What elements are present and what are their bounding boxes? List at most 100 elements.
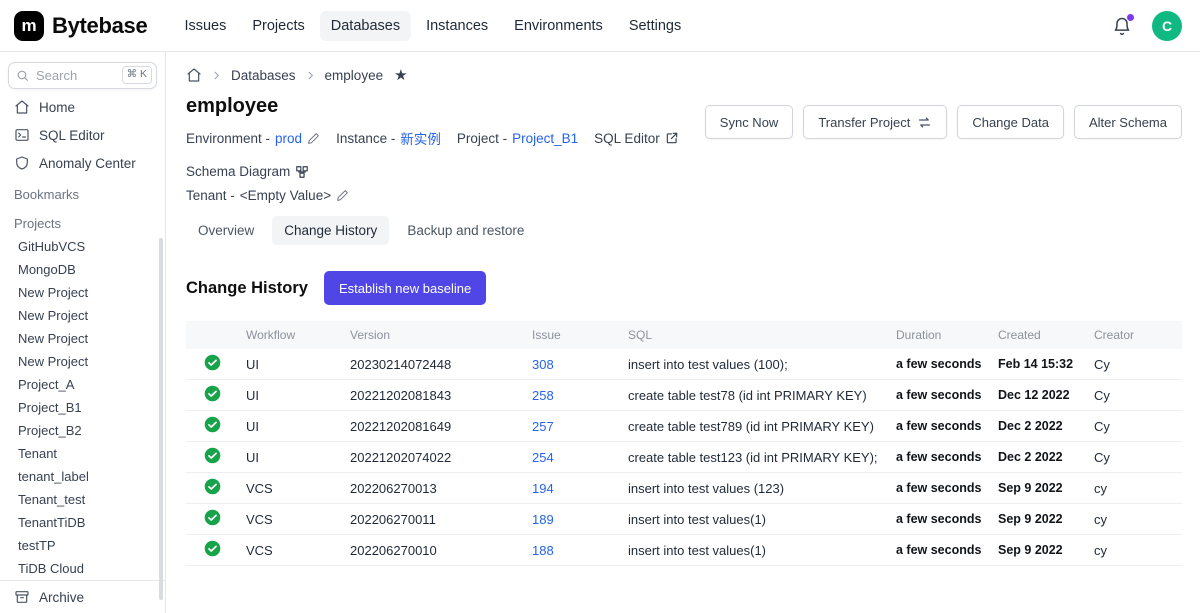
table-row[interactable]: VCS 202206270010 188 insert into test va… <box>186 535 1182 566</box>
sidebar-project-item[interactable]: TiDB Cloud <box>0 557 165 580</box>
home-icon[interactable] <box>186 67 202 83</box>
version-cell: 20221202081843 <box>342 380 524 411</box>
nav-item[interactable]: Databases <box>320 11 411 41</box>
instance-label: Instance - <box>336 131 395 146</box>
sidebar-project-item[interactable]: Tenant <box>0 442 165 465</box>
transfer-project-button[interactable]: Transfer Project <box>803 105 947 139</box>
table-row[interactable]: UI 20221202081649 257 create table test7… <box>186 411 1182 442</box>
schema-diagram-icon <box>295 165 309 179</box>
database-tabs: Overview Change History Backup and resto… <box>186 216 1182 245</box>
version-cell: 20230214072448 <box>342 349 524 380</box>
sidebar-project-item[interactable]: New Project <box>0 327 165 350</box>
table-header: Workflow Version Issue SQL Duration Crea… <box>186 321 1182 349</box>
sidebar-bottom: Archive Enterprise Plan <box>0 580 165 613</box>
alter-schema-button[interactable]: Alter Schema <box>1074 105 1182 139</box>
sidebar-project-item[interactable]: GitHubVCS <box>0 235 165 258</box>
sidebar-project-item[interactable]: tenant_label <box>0 465 165 488</box>
nav-item[interactable]: Issues <box>173 11 237 41</box>
brand-name: Bytebase <box>52 13 147 39</box>
version-cell: 202206270010 <box>342 535 524 566</box>
tab[interactable]: Backup and restore <box>395 216 536 245</box>
sidebar-scrollbar[interactable] <box>159 238 163 600</box>
sidebar-project-item[interactable]: Project_B1 <box>0 396 165 419</box>
issue-link[interactable]: 188 <box>532 543 554 558</box>
created-cell: Dec 2 2022 <box>990 411 1086 442</box>
issue-link[interactable]: 257 <box>532 419 554 434</box>
duration-cell: a few seconds <box>888 473 990 504</box>
issue-cell: 188 <box>524 535 620 566</box>
created-cell: Feb 14 15:32 <box>990 349 1086 380</box>
breadcrumb: Databases employee ★ <box>186 52 1182 87</box>
success-check-icon <box>204 416 221 433</box>
nav-item[interactable]: Projects <box>241 11 315 41</box>
section-title: Change History <box>186 279 308 298</box>
sidebar-item-anomaly-center[interactable]: Anomaly Center <box>0 149 165 177</box>
sidebar-project-item[interactable]: MongoDB <box>0 258 165 281</box>
transfer-project-label: Transfer Project <box>818 115 910 130</box>
sidebar-item-label: Home <box>39 100 75 115</box>
created-cell: Dec 2 2022 <box>990 442 1086 473</box>
change-data-button[interactable]: Change Data <box>957 105 1064 139</box>
search-box: ⌘ K <box>8 62 157 89</box>
sidebar-item-home[interactable]: Home <box>0 93 165 121</box>
sidebar-item-label: Archive <box>39 590 84 605</box>
project-link[interactable]: Project_B1 <box>512 131 578 146</box>
edit-pencil-icon[interactable] <box>307 132 320 145</box>
top-navbar: m Bytebase Issues Projects Databases Ins… <box>0 0 1200 52</box>
notifications-button[interactable] <box>1112 16 1132 36</box>
projects-list: GitHubVCS MongoDB New Project New Projec… <box>0 235 165 580</box>
breadcrumb-databases[interactable]: Databases <box>231 68 296 83</box>
schema-diagram-shortcut[interactable]: Schema Diagram <box>186 164 309 179</box>
sidebar-project-item[interactable]: New Project <box>0 350 165 373</box>
archive-icon <box>14 589 30 605</box>
breadcrumb-employee[interactable]: employee <box>325 68 384 83</box>
establish-baseline-button[interactable]: Establish new baseline <box>324 271 486 305</box>
issue-link[interactable]: 194 <box>532 481 554 496</box>
nav-item[interactable]: Settings <box>618 11 692 41</box>
table-row[interactable]: VCS 202206270013 194 insert into test va… <box>186 473 1182 504</box>
table-row[interactable]: UI 20221202081843 258 create table test7… <box>186 380 1182 411</box>
sidebar-project-item[interactable]: Project_B2 <box>0 419 165 442</box>
change-history-table: Workflow Version Issue SQL Duration Crea… <box>186 321 1182 566</box>
table-row[interactable]: UI 20221202074022 254 create table test1… <box>186 442 1182 473</box>
bytebase-brand[interactable]: m Bytebase <box>14 11 147 41</box>
nav-item[interactable]: Instances <box>415 11 499 41</box>
status-cell <box>186 535 238 566</box>
tenant-meta: Tenant - <Empty Value> <box>186 188 349 203</box>
issue-link[interactable]: 308 <box>532 357 554 372</box>
issue-link[interactable]: 258 <box>532 388 554 403</box>
sidebar-item-sql-editor[interactable]: SQL Editor <box>0 121 165 149</box>
table-row[interactable]: UI 20230214072448 308 insert into test v… <box>186 349 1182 380</box>
status-cell <box>186 411 238 442</box>
issue-link[interactable]: 254 <box>532 450 554 465</box>
column-header: Created <box>990 321 1086 349</box>
sidebar-project-item[interactable]: testTP <box>0 534 165 557</box>
column-header: Issue <box>524 321 620 349</box>
status-cell <box>186 380 238 411</box>
duration-cell: a few seconds <box>888 504 990 535</box>
environment-link[interactable]: prod <box>275 131 302 146</box>
table-row[interactable]: VCS 202206270011 189 insert into test va… <box>186 504 1182 535</box>
edit-pencil-icon[interactable] <box>336 189 349 202</box>
sidebar-project-item[interactable]: Tenant_test <box>0 488 165 511</box>
avatar[interactable]: C <box>1152 11 1182 41</box>
creator-cell: Cy <box>1086 442 1182 473</box>
tab[interactable]: Overview <box>186 216 266 245</box>
issue-link[interactable]: 189 <box>532 512 554 527</box>
sync-now-button[interactable]: Sync Now <box>705 105 794 139</box>
workflow-cell: UI <box>238 380 342 411</box>
tab[interactable]: Change History <box>272 216 389 245</box>
sidebar-project-item[interactable]: Project_A <box>0 373 165 396</box>
instance-link[interactable]: 新实例 <box>400 128 441 148</box>
sidebar-project-item[interactable]: New Project <box>0 281 165 304</box>
sidebar-project-item[interactable]: New Project <box>0 304 165 327</box>
sql-editor-shortcut[interactable]: SQL Editor <box>594 131 679 146</box>
external-link-icon <box>665 131 679 145</box>
nav-item[interactable]: Environments <box>503 11 614 41</box>
sidebar-project-item[interactable]: TenantTiDB <box>0 511 165 534</box>
bookmark-star-icon[interactable]: ★ <box>394 68 407 83</box>
issue-cell: 254 <box>524 442 620 473</box>
sidebar-item-archive[interactable]: Archive <box>0 580 165 613</box>
search-shortcut-kbd: ⌘ K <box>122 66 152 84</box>
version-cell: 202206270011 <box>342 504 524 535</box>
